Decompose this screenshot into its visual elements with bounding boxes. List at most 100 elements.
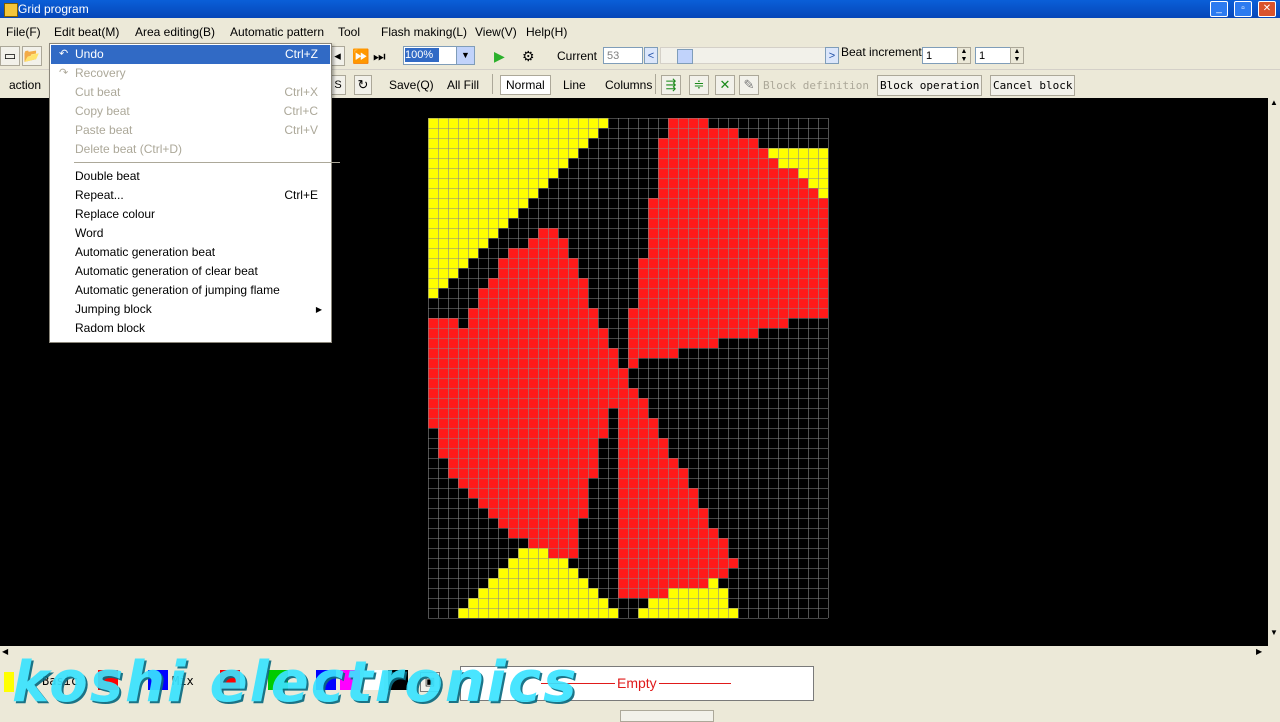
spinner-b[interactable]: ▲ ▼ — [1010, 47, 1024, 64]
grid-cell — [648, 418, 658, 428]
menu-item-cut-beat[interactable]: Cut beat Ctrl+X — [51, 83, 330, 102]
beat-increment-field-a[interactable]: 1 — [922, 47, 958, 64]
menu-file[interactable]: File(F) — [6, 25, 41, 39]
block-definition-button[interactable]: Block definition — [760, 75, 872, 96]
grid-cell — [548, 398, 558, 408]
grid-cell — [528, 438, 538, 448]
beat-scrollbar[interactable] — [660, 47, 828, 64]
next-beat-button[interactable]: > — [825, 47, 839, 64]
grid-cell — [428, 268, 438, 278]
align-center-icon[interactable]: ≑ — [689, 75, 709, 95]
play-icon[interactable]: ▶ — [494, 48, 505, 64]
menu-item-auto-generation-clear-beat[interactable]: Automatic generation of clear beat — [51, 262, 330, 281]
grid-cell — [458, 198, 468, 208]
grid-cell — [558, 238, 568, 248]
menu-view[interactable]: View(V) — [475, 25, 517, 39]
settings-icon[interactable]: ⚙ — [522, 48, 535, 64]
beat-scroll-thumb[interactable] — [677, 49, 693, 64]
grid-cell — [708, 568, 718, 578]
grid-cell — [538, 238, 548, 248]
columns-mode-button[interactable]: Columns — [605, 78, 652, 92]
grid-cell — [648, 258, 658, 268]
cancel-block-button[interactable]: Cancel block — [990, 75, 1076, 96]
line-mode-button[interactable]: Line — [563, 78, 586, 92]
menu-item-auto-generation-beat[interactable]: Automatic generation beat — [51, 243, 330, 262]
fast-forward-icon[interactable]: ⏩ — [352, 48, 369, 64]
chevron-down-icon[interactable]: ▼ — [456, 47, 474, 64]
menu-automatic-pattern[interactable]: Automatic pattern — [230, 25, 324, 39]
grid-cell — [808, 148, 818, 158]
grid-cell — [678, 248, 688, 258]
grid-cell — [668, 158, 678, 168]
save-button[interactable]: Save(Q) — [389, 78, 434, 92]
normal-mode-button[interactable]: Normal — [500, 75, 551, 95]
menu-item-double-beat[interactable]: Double beat — [51, 167, 330, 186]
grid-cell — [698, 148, 708, 158]
grid-cell — [438, 198, 448, 208]
grid-cell — [668, 208, 678, 218]
grid-cell — [518, 178, 528, 188]
menu-item-undo[interactable]: ↶ Undo Ctrl+Z — [51, 45, 330, 64]
grid-cell — [628, 508, 638, 518]
minimize-button[interactable]: _ — [1210, 1, 1228, 17]
grid-cell — [488, 438, 498, 448]
menu-item-delete-beat[interactable]: Delete beat (Ctrl+D) — [51, 140, 330, 159]
grid-cell — [498, 318, 508, 328]
scroll-up-icon[interactable]: ▲ — [1268, 98, 1280, 110]
cross-icon[interactable]: ✕ — [715, 75, 735, 95]
spinner-a[interactable]: ▲ ▼ — [957, 47, 971, 64]
prev-beat-button[interactable]: < — [644, 47, 658, 64]
menu-item-replace-colour[interactable]: Replace colour — [51, 205, 330, 224]
scroll-right-icon[interactable]: ▶ — [1256, 647, 1262, 656]
grid-cell — [448, 358, 458, 368]
maximize-button[interactable]: ▫ — [1234, 1, 1252, 17]
grid-cell — [528, 518, 538, 528]
refresh-icon[interactable]: ↻ — [354, 75, 372, 95]
menu-item-jumping-block[interactable]: Jumping block ▶ — [51, 300, 330, 319]
grid-cell — [498, 448, 508, 458]
grid-cell — [518, 158, 528, 168]
menu-item-recovery[interactable]: ↷ Recovery — [51, 64, 330, 83]
grid-cell — [788, 168, 798, 178]
zoom-select[interactable]: 100% ▼ — [403, 46, 475, 65]
menu-area-editing[interactable]: Area editing(B) — [135, 25, 215, 39]
scroll-left-icon[interactable]: ◀ — [2, 647, 8, 656]
grid-cell — [508, 348, 518, 358]
grid-cell — [538, 548, 548, 558]
vertical-scrollbar[interactable]: ▲ ▼ — [1268, 98, 1280, 646]
skip-to-end-icon[interactable]: ⏭ — [373, 48, 386, 64]
grid-cell — [558, 498, 568, 508]
block-operation-button[interactable]: Block operation — [877, 75, 983, 96]
menu-edit-beat[interactable]: Edit beat(M) — [54, 25, 119, 39]
pen-icon[interactable]: ✎ — [739, 75, 759, 95]
menu-flash-making[interactable]: Flash making(L) — [381, 25, 467, 39]
current-beat-field[interactable]: 53 — [603, 47, 643, 64]
menu-item-repeat[interactable]: Repeat... Ctrl+E — [51, 186, 330, 205]
grid-cell — [758, 198, 768, 208]
scroll-down-icon[interactable]: ▼ — [1268, 628, 1280, 640]
grid-cell — [628, 308, 638, 318]
beat-grid[interactable] — [428, 118, 829, 620]
grid-cell — [528, 258, 538, 268]
menu-help[interactable]: Help(H) — [526, 25, 567, 39]
beat-increment-field-b[interactable]: 1 — [975, 47, 1011, 64]
menu-item-copy-beat[interactable]: Copy beat Ctrl+C — [51, 102, 330, 121]
new-file-icon[interactable]: ▭ — [0, 46, 20, 66]
bottom-handle[interactable] — [620, 710, 714, 722]
grid-cell — [458, 428, 468, 438]
grid-cell — [708, 228, 718, 238]
menu-item-paste-beat[interactable]: Paste beat Ctrl+V — [51, 121, 330, 140]
align-left-icon[interactable]: ⇶ — [661, 75, 681, 95]
grid-cell — [528, 268, 538, 278]
grid-cell — [698, 578, 708, 588]
close-button[interactable]: ✕ — [1258, 1, 1276, 17]
menu-item-auto-generation-jumping-flame[interactable]: Automatic generation of jumping flame — [51, 281, 330, 300]
menu-item-word[interactable]: Word — [51, 224, 330, 243]
menu-tool[interactable]: Tool — [338, 25, 360, 39]
step-back-icon[interactable]: ◂ — [330, 46, 345, 66]
grid-cell — [578, 448, 588, 458]
menu-item-radom-block[interactable]: Radom block — [51, 319, 330, 338]
all-fill-button[interactable]: All Fill — [447, 78, 479, 92]
open-folder-icon[interactable]: 📂 — [22, 46, 42, 66]
s-button[interactable]: S — [330, 75, 346, 95]
